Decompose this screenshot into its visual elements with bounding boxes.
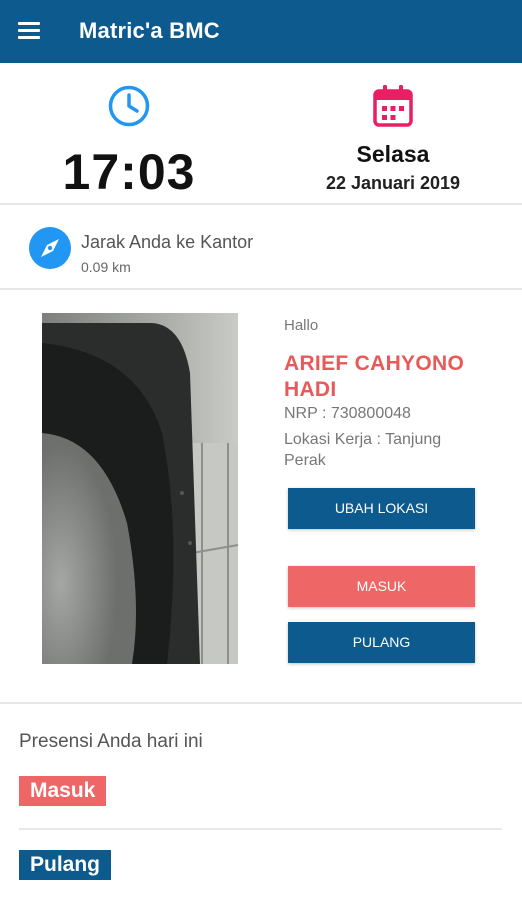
change-location-button[interactable]: UBAH LOKASI	[288, 488, 475, 529]
calendar-icon	[373, 85, 413, 127]
distance-row	[0, 206, 522, 288]
section-divider	[0, 702, 522, 704]
attendance-title: Presensi Anda hari ini	[19, 731, 203, 752]
distance-label: Jarak Anda ke Kantor	[81, 232, 254, 252]
work-location: Lokasi Kerja : Tanjung Perak	[284, 431, 442, 469]
app-bar: Matric'a BMC	[0, 0, 522, 63]
distance-value: 0.09 km	[81, 259, 131, 275]
current-time: 17:03	[62, 144, 196, 200]
section-divider	[0, 288, 522, 290]
greeting-label: Hallo	[284, 317, 319, 334]
current-date: 22 Januari 2019	[325, 173, 461, 193]
check-out-badge: Pulang	[19, 850, 112, 880]
hamburger-menu-icon[interactable]	[18, 22, 40, 40]
check-in-button[interactable]: MASUK	[288, 566, 475, 607]
section-divider	[0, 203, 522, 205]
clock-icon	[108, 85, 150, 127]
user-name: ARIEF CAHYONO HADI	[284, 352, 465, 401]
day-name: Selasa	[356, 141, 430, 167]
app-title: Matric'a BMC	[79, 18, 220, 43]
profile-photo	[42, 313, 238, 664]
check-out-button[interactable]: PULANG	[288, 622, 475, 663]
check-in-badge: Masuk	[19, 776, 107, 806]
attendance-divider	[19, 828, 502, 830]
compass-icon	[29, 227, 71, 269]
employee-nrp: NRP : 730800048	[284, 405, 411, 422]
